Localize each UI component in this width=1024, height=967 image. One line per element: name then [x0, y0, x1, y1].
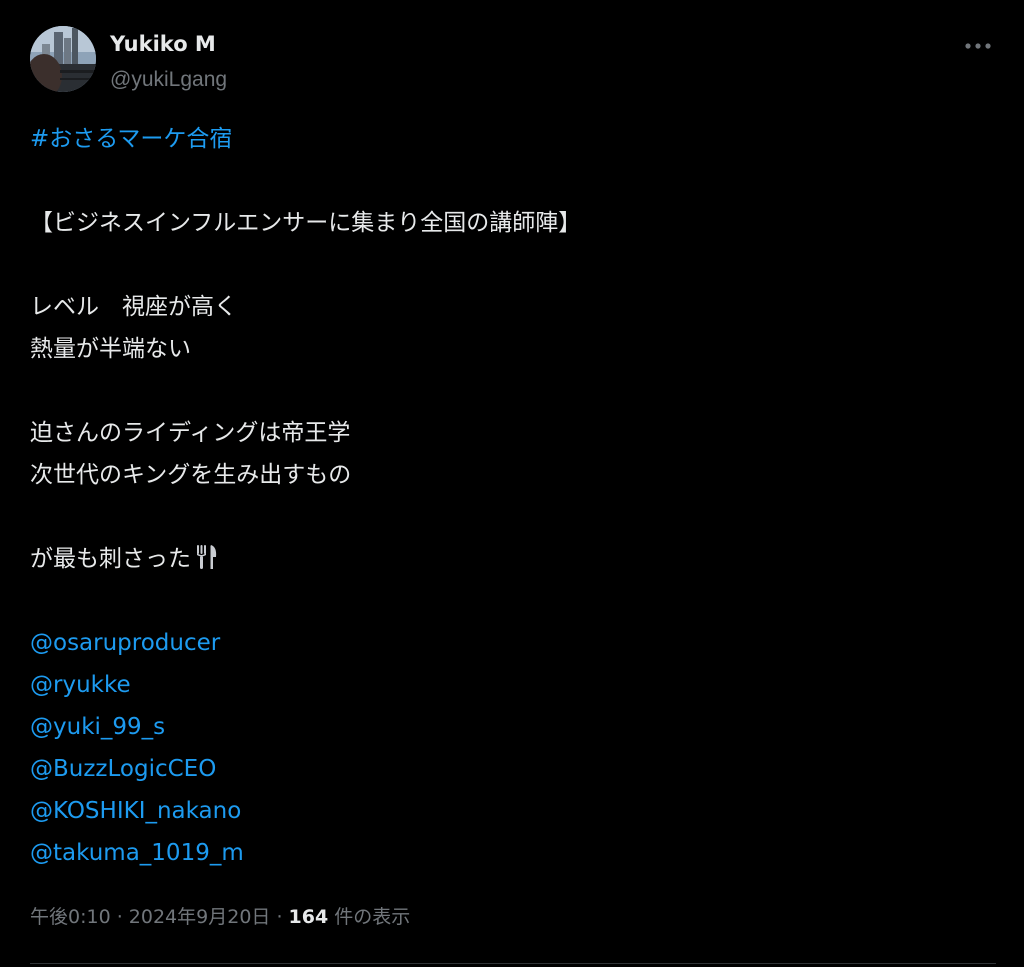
mention-link[interactable]: @ryukke — [30, 672, 131, 698]
avatar-photo-icon — [30, 26, 96, 92]
meta-separator: · — [110, 906, 129, 928]
tweet-line: 次世代のキングを生み出すもの — [30, 462, 352, 488]
author-handle[interactable]: @yukiLgang — [110, 66, 227, 94]
mention-link[interactable]: @yuki_99_s — [30, 714, 165, 740]
tweet-time-link[interactable]: 午後0:10 — [30, 906, 111, 928]
mention-link[interactable]: @KOSHIKI_nakano — [30, 798, 241, 824]
tweet-line: 迫さんのライディングは帝王学 — [30, 420, 351, 446]
views-label: 件の表示 — [328, 906, 411, 928]
fork-and-knife-icon — [195, 542, 219, 584]
tweet-line-with-emoji: が最も刺さった — [30, 538, 990, 580]
tweet-metadata: 午後0:10 · 2024年9月20日 · 164 件の表示 — [30, 902, 410, 932]
mention-link[interactable]: @osaruproducer — [30, 630, 220, 656]
author-display-name[interactable]: Yukiko M — [110, 30, 216, 58]
more-horizontal-icon — [965, 43, 991, 49]
tweet-line: が最も刺さった — [30, 546, 191, 572]
divider — [30, 963, 996, 964]
tweet-text: #おさるマーケ合宿 【ビジネスインフルエンサーに集まり全国の講師陣】 レベル 視… — [30, 118, 990, 874]
tweet-card: Yukiko M @yukiLgang #おさるマーケ合宿 【ビジネスインフルエ… — [0, 0, 1024, 967]
tweet-date-link[interactable]: 2024年9月20日 — [129, 906, 271, 928]
meta-separator: · — [270, 906, 289, 928]
hashtag-link[interactable]: #おさるマーケ合宿 — [30, 126, 232, 152]
tweet-line: レベル 視座が高く — [30, 294, 237, 320]
views-count: 164 — [288, 906, 329, 928]
tweet-line: 熱量が半端ない — [30, 336, 191, 362]
mention-link[interactable]: @takuma_1019_m — [30, 840, 244, 866]
tweet-heading: 【ビジネスインフルエンサーに集まり全国の講師陣】 — [30, 210, 582, 236]
mention-link[interactable]: @BuzzLogicCEO — [30, 756, 216, 782]
more-options-button[interactable] — [960, 32, 996, 60]
avatar[interactable] — [30, 26, 96, 92]
